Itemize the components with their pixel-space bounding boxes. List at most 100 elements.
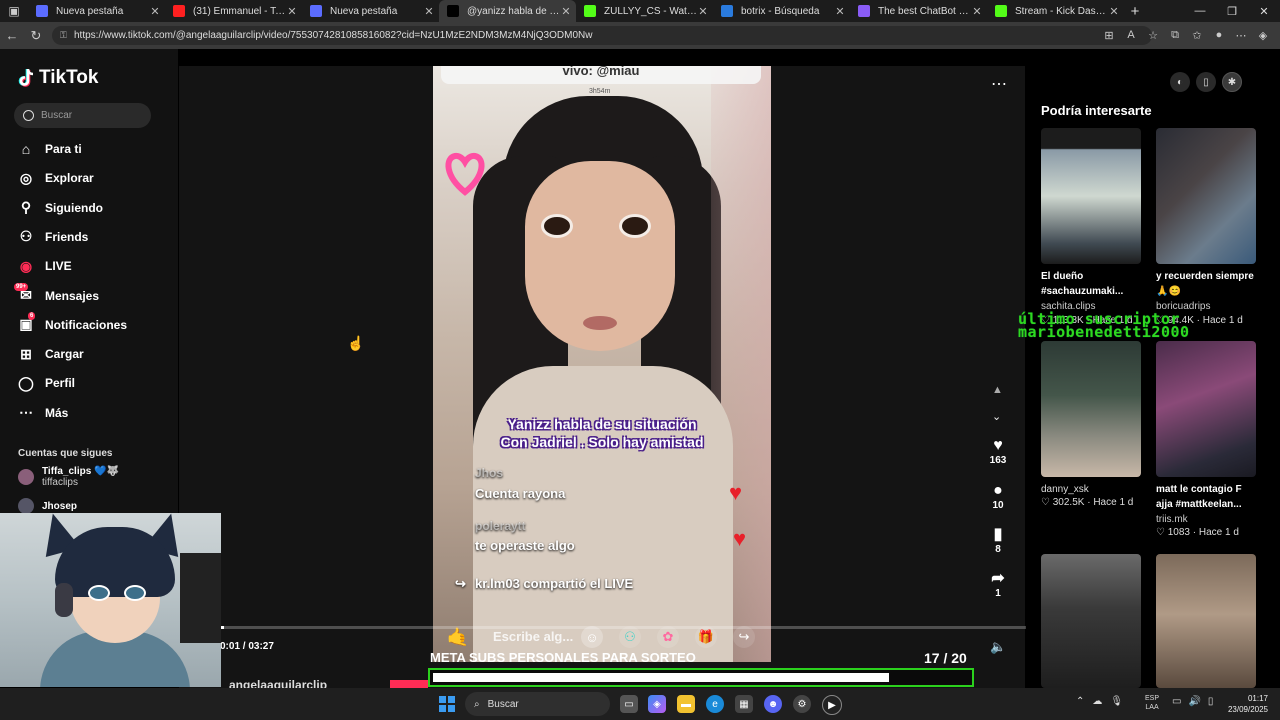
sidebar-item[interactable]: ▣ 6 Notificaciones — [16, 311, 127, 337]
comment-input[interactable]: Escribe alg... — [493, 629, 573, 644]
start-button[interactable] — [439, 696, 455, 712]
file-explorer-icon[interactable]: ▬ — [677, 695, 695, 713]
tray-chevron-icon[interactable]: ⌃ — [1076, 696, 1084, 707]
browser-tab[interactable]: @yanizz habla de su situ✕ — [439, 0, 576, 22]
follow-button-partial[interactable] — [390, 680, 428, 688]
profile-icon[interactable]: ● — [1210, 26, 1228, 44]
share-arrow-icon: ➦ — [991, 570, 1005, 587]
settings-icon[interactable]: ✱ — [1222, 72, 1242, 92]
sidebar-item[interactable]: ◎ Explorar — [16, 166, 94, 190]
sidebar-item[interactable]: ◉ LIVE — [16, 254, 72, 278]
video-frame[interactable]: vivo: @miau 3h54m Yanizz habla de su sit… — [433, 66, 771, 662]
browser-tab[interactable]: botrix - Búsqueda ✕ — [713, 0, 850, 22]
gift-icon[interactable]: 🎁 — [695, 626, 717, 648]
tab-close-icon[interactable]: ✕ — [1108, 5, 1120, 18]
guests-icon[interactable]: ⚇ — [619, 626, 641, 648]
minimize-icon[interactable]: — — [1184, 5, 1216, 18]
sidebar-item[interactable]: ◯ Perfil — [16, 371, 75, 395]
sidebar-item[interactable]: ✉ 99+ Mensajes — [14, 282, 99, 308]
following-item[interactable]: Tiffa_clips 💙🐺 tiffaclips — [18, 466, 119, 488]
chevron-down-icon[interactable]: ⌄ — [992, 410, 1001, 423]
share-live-icon[interactable]: ↪ — [733, 626, 755, 648]
settings-app-icon[interactable]: ⚙ — [793, 695, 811, 713]
edge-icon[interactable]: e — [706, 695, 724, 713]
rec-thumbnail[interactable] — [1041, 128, 1141, 264]
rec-thumbnail[interactable] — [1041, 554, 1141, 688]
battery-icon[interactable]: ▯ — [1208, 696, 1214, 707]
gift-hand-icon[interactable]: 🤙 — [447, 626, 469, 648]
volume-icon[interactable]: 🔈 — [990, 639, 1006, 655]
browser-tab[interactable]: Nueva pestaña ✕ — [28, 0, 165, 22]
rec-thumbnail[interactable] — [1156, 128, 1256, 264]
video-progress-bar[interactable] — [220, 626, 1026, 629]
tiktok-logo[interactable]: TikTok — [18, 67, 98, 89]
sidebar-item[interactable]: ⚲ Siguiendo — [16, 196, 103, 220]
tab-close-icon[interactable]: ✕ — [149, 5, 161, 18]
store-icon[interactable]: ▦ — [735, 695, 753, 713]
browser-tab[interactable]: Stream - Kick Dashboard✕ — [987, 0, 1124, 22]
rec-thumbnail[interactable] — [1156, 554, 1256, 688]
browser-tab[interactable]: (31) Emmanuel - Todo se d✕ — [165, 0, 302, 22]
following-item[interactable]: Jhosep — [18, 498, 77, 514]
rec-thumbnail[interactable] — [1156, 341, 1256, 477]
window-menu-icon[interactable]: ▣ — [0, 0, 28, 22]
browser-tab[interactable]: The best ChatBot and Widg✕ — [850, 0, 987, 22]
rec-title[interactable]: y recuerden siempre 🙏😊 — [1156, 269, 1260, 299]
tab-close-icon[interactable]: ✕ — [286, 5, 298, 18]
language-indicator[interactable]: ESP LAA — [1145, 694, 1159, 712]
comment-button[interactable]: ● 10 — [986, 482, 1010, 511]
rec-author[interactable]: danny_xsk — [1041, 484, 1089, 495]
like-button[interactable]: ♥ 163 — [986, 437, 1010, 466]
task-view-icon[interactable]: ▭ — [620, 695, 638, 713]
tiktok-sidebar: TikTok Buscar ⌂ Para ti ◎ Explorar ⚲ Siguiend… — [0, 49, 178, 514]
taskbar-search[interactable]: ⌕ Buscar — [465, 692, 610, 716]
speaker-icon[interactable]: 🔊 — [1188, 696, 1200, 707]
tab-close-icon[interactable]: ✕ — [697, 5, 709, 18]
back-icon[interactable]: ← — [0, 28, 24, 43]
sidebar-item[interactable]: ⊞ Cargar — [16, 342, 84, 366]
rec-author[interactable]: triis.mk — [1156, 514, 1188, 525]
extensions-icon[interactable]: ⧉ — [1166, 26, 1184, 44]
microphone-icon[interactable]: 🎙 — [1110, 696, 1123, 707]
emoji-icon[interactable]: ☺ — [581, 626, 603, 648]
cloud-icon[interactable]: ☁ — [1092, 696, 1102, 707]
sidebar-item[interactable]: ⚇ Friends — [16, 225, 89, 249]
browser-menu-icon[interactable]: ⋯ — [1232, 26, 1250, 44]
chevron-up-icon[interactable]: ▲ — [992, 384, 1003, 396]
site-info-icon[interactable]: ⚿ — [60, 30, 74, 41]
media-app-icon[interactable]: ▶ — [822, 695, 842, 715]
new-tab-button[interactable]: + — [1124, 3, 1146, 20]
tab-close-icon[interactable]: ✕ — [834, 5, 846, 18]
network-icon[interactable]: ▭ — [1172, 696, 1181, 707]
app-available-icon[interactable]: ⊞ — [1100, 26, 1118, 44]
rec-meta: ♡ 1083 · Hace 1 d — [1156, 527, 1239, 538]
maximize-icon[interactable]: ❐ — [1216, 5, 1248, 18]
tab-close-icon[interactable]: ✕ — [971, 5, 983, 18]
reload-icon[interactable]: ↻ — [24, 28, 48, 44]
sidebar-item[interactable]: ⋯ Más — [16, 401, 68, 425]
rec-title[interactable]: matt le contagio F ajja #mattkeelan... — [1156, 482, 1260, 512]
tab-close-icon[interactable]: ✕ — [560, 5, 572, 18]
favorites-bar-icon[interactable]: ✩ — [1188, 26, 1206, 44]
rose-icon[interactable]: ✿ — [657, 626, 679, 648]
rec-title[interactable]: El dueño #sachauzumaki... — [1041, 269, 1145, 299]
device-icon[interactable]: ▯ — [1196, 72, 1216, 92]
browser-tab[interactable]: ZULLYY_CS - Watch the VOI✕ — [576, 0, 713, 22]
discord-icon[interactable]: ☻ — [764, 695, 782, 713]
compass-icon[interactable]: ◐ — [1170, 72, 1190, 92]
rec-thumbnail[interactable] — [1041, 341, 1141, 477]
share-button[interactable]: ➦ 1 — [986, 570, 1010, 599]
read-aloud-icon[interactable]: A — [1122, 26, 1140, 44]
copilot-icon[interactable]: ◈ — [1254, 26, 1272, 44]
sidebar-item[interactable]: ⌂ Para ti — [16, 137, 82, 161]
close-window-icon[interactable]: ✕ — [1248, 5, 1280, 18]
copilot-icon[interactable]: ◈ — [648, 695, 666, 713]
system-clock[interactable]: 01:17 23/09/2025 — [1218, 693, 1268, 715]
favorite-icon[interactable]: ☆ — [1144, 26, 1162, 44]
more-options-icon[interactable]: ⋯ — [991, 74, 1008, 94]
browser-tab[interactable]: Nueva pestaña ✕ — [302, 0, 439, 22]
save-button[interactable]: ▮ 8 — [986, 526, 1010, 555]
search-input[interactable]: Buscar — [14, 103, 151, 128]
url-field[interactable]: ⚿ https://www.tiktok.com/@angelaaguilarc… — [52, 26, 1152, 45]
tab-close-icon[interactable]: ✕ — [423, 5, 435, 18]
